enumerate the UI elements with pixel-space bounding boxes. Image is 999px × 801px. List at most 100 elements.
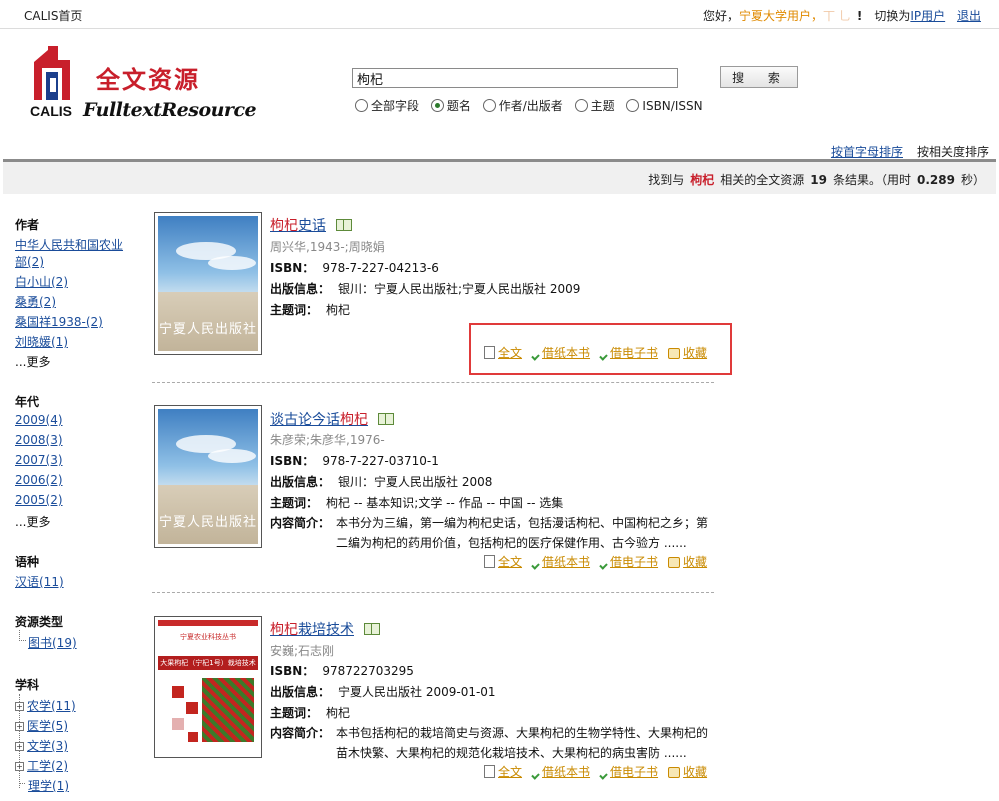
action-label: 收藏: [683, 765, 708, 779]
sort-alphabetical-link[interactable]: 按首字母排序: [831, 145, 903, 159]
search-input[interactable]: [352, 68, 678, 88]
cover-image: 宁夏人民出版社: [158, 409, 258, 544]
sort-relevance-link[interactable]: 按相关度排序: [917, 145, 989, 159]
book-actions: 全文 借纸本书 借电子书 收藏: [474, 763, 707, 780]
facet-subject-row[interactable]: + 农学(11): [15, 697, 76, 714]
book-actions: 全文 借纸本书 借电子书 收藏: [474, 553, 707, 570]
scope-subject-radio[interactable]: [574, 99, 588, 112]
cover-top-band: [158, 620, 258, 626]
book-icon: [378, 413, 394, 425]
fulltext-link[interactable]: 全文: [484, 555, 522, 569]
facet-subject-item[interactable]: 文学(3): [27, 739, 68, 753]
scope-all-fields[interactable]: 全部字段: [355, 99, 419, 113]
search-button[interactable]: 搜 索: [720, 66, 798, 88]
scope-all-fields-radio[interactable]: [355, 99, 368, 112]
borrow-ebook-link[interactable]: 借电子书: [599, 555, 658, 570]
book-title-link[interactable]: 枸杞史话: [270, 218, 326, 234]
borrow-ebook-link[interactable]: 借电子书: [599, 765, 658, 780]
abstract-label: 内容简介：: [270, 726, 331, 740]
book-cover[interactable]: 宁夏农业科技丛书 大果枸杞（宁杞1号）栽培技术: [154, 616, 262, 758]
pub-value: 银川：宁夏人民出版社 2008: [338, 475, 493, 489]
action-label: 全文: [498, 765, 523, 779]
book-icon: [336, 219, 352, 231]
book-title-row: 谈古论今话枸杞: [270, 409, 394, 429]
facet-subject-row[interactable]: + 文学(3): [15, 737, 68, 754]
cover-square: [188, 732, 198, 742]
cover-square: [172, 686, 184, 698]
facet-author-more[interactable]: ...更多: [15, 353, 50, 370]
facet-year-item[interactable]: 2005(2): [15, 493, 63, 507]
book-icon: [364, 623, 380, 635]
abstract-line: 二编为枸杞的药用价值，包括枸杞的医疗保健作用、古今验方 ......: [336, 536, 687, 550]
facet-subject-item[interactable]: 理学(1): [28, 777, 69, 794]
logout-link[interactable]: 退出: [957, 9, 981, 23]
calis-logo-icon: [34, 46, 70, 100]
title-text: 谈古论今话: [270, 412, 340, 428]
abstract-line: 苗木快繁、大果枸杞的规范化栽培技术、大果枸杞的病虫害防 ......: [336, 746, 687, 760]
title-highlight: 枸杞: [270, 218, 298, 234]
facet-author-item[interactable]: 刘晓媛(1): [15, 333, 68, 350]
cover-cloud: [208, 449, 256, 463]
favorite-link[interactable]: 收藏: [668, 765, 707, 779]
book-title-link[interactable]: 谈古论今话枸杞: [270, 412, 368, 428]
facet-author-item[interactable]: 桑国祥1938-(2): [15, 313, 103, 330]
facet-type-item[interactable]: 图书(19): [28, 634, 77, 651]
book-cover[interactable]: 宁夏人民出版社: [154, 212, 262, 355]
facet-year-item[interactable]: 2006(2): [15, 473, 63, 487]
title-highlight: 枸杞: [270, 622, 298, 638]
title-text: 史话: [298, 218, 326, 234]
facet-language-title: 语种: [15, 555, 40, 569]
facet-author-item[interactable]: 中华人民共和国农业: [15, 236, 123, 253]
book-publication: 出版信息： 银川：宁夏人民出版社;宁夏人民出版社 2009: [270, 280, 580, 297]
expand-plus-icon[interactable]: +: [15, 742, 24, 751]
facet-subject-item[interactable]: 农学(11): [27, 699, 76, 713]
action-label: 借纸本书: [542, 765, 591, 779]
expand-plus-icon[interactable]: +: [15, 762, 24, 771]
expand-plus-icon[interactable]: +: [15, 722, 24, 731]
book-cover[interactable]: 宁夏人民出版社: [154, 405, 262, 548]
pub-label: 出版信息：: [270, 685, 331, 699]
result-time: 0.289: [917, 173, 955, 187]
book-title-link[interactable]: 枸杞栽培技术: [270, 622, 354, 638]
pub-value: 宁夏人民出版社 2009-01-01: [338, 685, 496, 699]
scope-title[interactable]: 题名: [430, 99, 471, 113]
facet-subject-row[interactable]: + 工学(2): [15, 757, 68, 774]
facet-year-more[interactable]: ...更多: [15, 513, 50, 530]
facet-author-item[interactable]: 桑勇(2): [15, 293, 56, 310]
scope-author-publisher[interactable]: 作者/出版者: [482, 99, 563, 113]
scope-isbn-radio[interactable]: [626, 99, 640, 112]
book-title-row: 枸杞史话: [270, 215, 352, 235]
result-middle: 相关的全文资源: [720, 173, 805, 187]
fulltext-link[interactable]: 全文: [484, 765, 522, 779]
borrow-paper-link[interactable]: 借纸本书: [531, 765, 591, 780]
facet-year-item[interactable]: 2007(3): [15, 453, 63, 467]
borrow-paper-link[interactable]: 借纸本书: [531, 555, 590, 570]
isbn-value: 978722703295: [322, 664, 414, 678]
annotation-highlight-box: [469, 323, 732, 375]
book-isbn: ISBN： 978-7-227-03710-1: [270, 452, 439, 469]
switch-prefix: 切换为: [874, 9, 911, 23]
favorite-link[interactable]: 收藏: [668, 555, 707, 569]
scope-subject[interactable]: 主题: [574, 99, 615, 113]
scope-author-publisher-radio[interactable]: [482, 99, 496, 112]
expand-plus-icon[interactable]: +: [15, 702, 24, 711]
facet-year-item[interactable]: 2008(3): [15, 433, 63, 447]
scope-isbn[interactable]: ISBN/ISSN: [626, 99, 703, 113]
scope-label: ISBN/ISSN: [642, 99, 703, 113]
facet-year-item[interactable]: 2009(4): [15, 413, 63, 427]
cover-title-band: 大果枸杞（宁杞1号）栽培技术: [158, 656, 258, 670]
facet-author-item[interactable]: 部(2): [15, 253, 44, 270]
scope-title-radio[interactable]: [430, 99, 444, 112]
greeting-text: 您好，: [703, 9, 740, 23]
pub-label: 出版信息：: [270, 475, 331, 489]
cover-square: [172, 718, 184, 730]
cover-square: [186, 702, 198, 714]
calis-home-link[interactable]: CALIS首页: [24, 7, 82, 24]
facet-author-title: 作者: [15, 218, 40, 232]
switch-ip-user-link[interactable]: IP用户: [910, 9, 945, 23]
facet-subject-row[interactable]: + 医学(5): [15, 717, 68, 734]
facet-language-item[interactable]: 汉语(11): [15, 573, 64, 590]
facet-subject-item[interactable]: 医学(5): [27, 719, 68, 733]
facet-subject-item[interactable]: 工学(2): [27, 759, 68, 773]
facet-author-item[interactable]: 白小山(2): [15, 273, 68, 290]
